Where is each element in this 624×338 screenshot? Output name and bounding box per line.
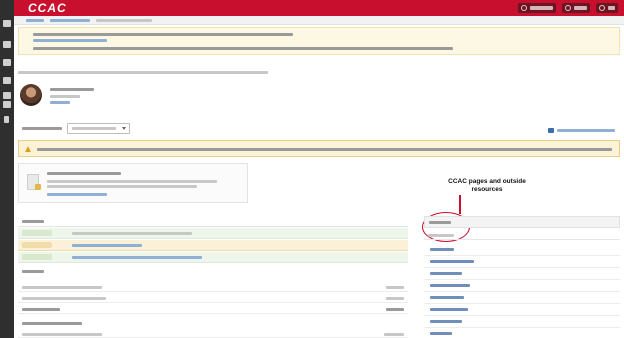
divider bbox=[424, 315, 620, 316]
financial-section-title bbox=[22, 220, 44, 223]
table-row bbox=[18, 293, 408, 303]
ccac-logo[interactable]: CCAC bbox=[28, 2, 67, 14]
bank-icon[interactable] bbox=[3, 92, 11, 99]
sign-out-button[interactable] bbox=[562, 3, 590, 13]
sign-out-button-label bbox=[574, 6, 587, 10]
status-link[interactable] bbox=[72, 244, 142, 247]
divider bbox=[424, 303, 620, 304]
notice-banner bbox=[18, 27, 620, 55]
resources-panel bbox=[424, 216, 620, 338]
award-year-value bbox=[72, 127, 116, 130]
annotation-callout: CCAC pages and outside resources bbox=[448, 178, 526, 193]
loan-history-title bbox=[22, 270, 44, 273]
resources-header bbox=[424, 216, 620, 228]
home-icon[interactable] bbox=[3, 20, 11, 27]
account-button[interactable] bbox=[518, 3, 556, 13]
status-link[interactable] bbox=[72, 256, 202, 259]
table-row bbox=[18, 304, 408, 314]
warning-banner bbox=[18, 140, 620, 157]
left-rail bbox=[0, 0, 14, 338]
notice-line bbox=[33, 47, 453, 50]
row-label bbox=[22, 286, 102, 289]
helpful-links-title bbox=[428, 234, 454, 237]
status-badge bbox=[22, 254, 52, 260]
row-amount bbox=[386, 286, 404, 289]
resource-link[interactable] bbox=[430, 308, 468, 311]
app-window: CCAC CCAC pages and outside resources bbox=[0, 0, 624, 338]
document-icon bbox=[27, 174, 41, 190]
award-year-select[interactable] bbox=[67, 123, 130, 134]
warning-text bbox=[37, 148, 612, 151]
status-badge bbox=[22, 242, 52, 248]
documents-text bbox=[47, 185, 197, 188]
resource-link[interactable] bbox=[430, 332, 452, 335]
notice-line bbox=[33, 33, 293, 36]
resource-link[interactable] bbox=[430, 284, 470, 287]
help-icon bbox=[599, 5, 605, 11]
list-icon[interactable] bbox=[3, 59, 11, 66]
status-badge bbox=[22, 230, 52, 236]
breadcrumb-item[interactable] bbox=[26, 19, 44, 22]
top-bar: CCAC bbox=[14, 0, 624, 16]
table-row bbox=[18, 228, 408, 239]
user-icon bbox=[521, 5, 527, 11]
breadcrumb-current bbox=[96, 19, 152, 22]
help-button-label bbox=[608, 6, 615, 10]
top-right-link[interactable] bbox=[557, 129, 615, 132]
row-amount bbox=[384, 333, 404, 336]
table-row bbox=[18, 328, 408, 338]
divider bbox=[424, 255, 620, 256]
student-name bbox=[50, 88, 94, 91]
row-amount bbox=[386, 308, 404, 311]
row-label bbox=[22, 308, 60, 311]
annotation-arrow bbox=[459, 195, 461, 214]
student-detail bbox=[50, 95, 80, 98]
row-label bbox=[22, 297, 106, 300]
notice-link[interactable] bbox=[33, 39, 107, 42]
account-button-label bbox=[530, 6, 553, 10]
resource-link[interactable] bbox=[430, 296, 464, 299]
table-row bbox=[18, 282, 408, 292]
student-detail-link[interactable] bbox=[50, 101, 70, 104]
avatar bbox=[20, 84, 42, 106]
financial-section-header bbox=[18, 216, 408, 227]
help-button[interactable] bbox=[596, 3, 618, 13]
chart-icon[interactable] bbox=[3, 77, 11, 84]
award-year-label bbox=[22, 127, 62, 130]
status-text bbox=[72, 232, 192, 235]
divider bbox=[424, 267, 620, 268]
documents-text bbox=[47, 180, 217, 183]
documents-title bbox=[47, 172, 121, 175]
page-subtitle bbox=[18, 71, 268, 74]
resource-link[interactable] bbox=[430, 320, 462, 323]
sign-out-icon bbox=[565, 5, 571, 11]
divider bbox=[424, 327, 620, 328]
helpful-links-header bbox=[424, 230, 620, 240]
resource-link[interactable] bbox=[430, 272, 462, 275]
resource-link[interactable] bbox=[430, 248, 454, 251]
chevron-down-icon bbox=[122, 127, 126, 130]
document-icon[interactable] bbox=[4, 116, 9, 123]
table-row bbox=[18, 252, 408, 263]
mail-icon[interactable] bbox=[3, 101, 11, 108]
documents-card bbox=[18, 163, 248, 203]
print-icon[interactable] bbox=[548, 128, 554, 133]
breadcrumb-item[interactable] bbox=[50, 19, 90, 22]
row-label bbox=[22, 333, 102, 336]
breadcrumb bbox=[14, 16, 624, 25]
table-row bbox=[18, 240, 408, 251]
documents-link[interactable] bbox=[47, 193, 107, 196]
divider bbox=[424, 279, 620, 280]
eligibility-title bbox=[22, 322, 82, 325]
divider bbox=[424, 291, 620, 292]
calendar-icon[interactable] bbox=[3, 41, 11, 48]
resources-title bbox=[429, 221, 451, 224]
row-amount bbox=[386, 297, 404, 300]
warning-icon bbox=[25, 146, 31, 152]
resource-link[interactable] bbox=[430, 260, 474, 263]
